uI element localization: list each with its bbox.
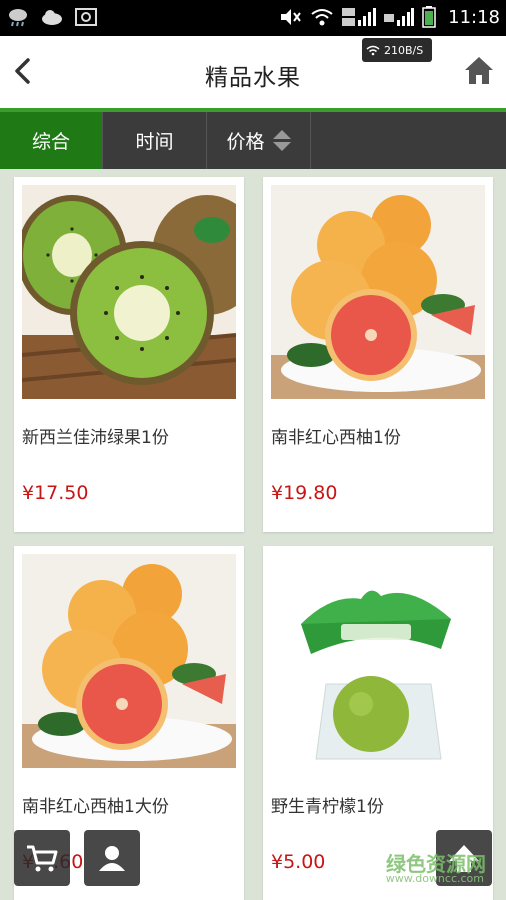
tab-price[interactable]: 价格 bbox=[207, 112, 311, 169]
tab-comprehensive[interactable]: 综合 bbox=[0, 112, 103, 169]
status-time: 11:18 bbox=[448, 6, 500, 28]
cart-icon bbox=[27, 845, 58, 872]
product-card[interactable]: 南非红心西柚1份 ¥19.80 bbox=[263, 177, 493, 532]
4g-signal-icon bbox=[342, 8, 377, 26]
wifi-icon bbox=[311, 9, 333, 26]
product-image-grapefruit bbox=[22, 554, 236, 768]
product-price: ¥5.00 bbox=[271, 851, 326, 873]
product-name: 野生青柠檬1份 bbox=[271, 797, 384, 817]
mute-icon bbox=[281, 9, 301, 25]
tab-time[interactable]: 时间 bbox=[103, 112, 207, 169]
sort-tabs: 综合 时间 价格 bbox=[0, 112, 506, 169]
user-button[interactable] bbox=[84, 830, 140, 886]
product-name: 新西兰佳沛绿果1份 bbox=[22, 428, 169, 448]
network-speed-badge: 210B/S bbox=[362, 38, 432, 62]
page-title: 精品水果 bbox=[205, 65, 301, 91]
screenshot-icon bbox=[75, 8, 97, 26]
sort-icon bbox=[272, 130, 291, 151]
user-icon bbox=[99, 846, 125, 871]
watermark-url: www.downcc.com bbox=[385, 872, 484, 885]
product-grid: 新西兰佳沛绿果1份 ¥17.50 南非红心西柚1份 ¥19.80 南非红心西柚1… bbox=[0, 169, 506, 900]
product-name: 南非红心西柚1份 bbox=[271, 428, 401, 448]
status-bar: 11:18 bbox=[0, 0, 506, 36]
cart-button[interactable] bbox=[14, 830, 70, 886]
product-image-grapefruit bbox=[271, 185, 485, 399]
wifi-small-icon bbox=[366, 45, 380, 56]
tab-label: 综合 bbox=[31, 131, 70, 153]
tab-label: 价格 bbox=[226, 131, 265, 153]
battery-icon bbox=[422, 6, 436, 28]
2g-signal-icon bbox=[384, 8, 415, 26]
product-image-kiwi bbox=[22, 185, 236, 399]
product-price: ¥17.50 bbox=[22, 482, 89, 504]
cloud-icon bbox=[42, 10, 62, 25]
home-button[interactable] bbox=[462, 54, 496, 88]
product-card[interactable]: 新西兰佳沛绿果1份 ¥17.50 bbox=[14, 177, 244, 532]
product-price: ¥19.80 bbox=[271, 482, 338, 504]
weather-icon bbox=[9, 9, 27, 27]
product-image-lime bbox=[271, 554, 485, 768]
app-header: 精品水果 210B/S bbox=[0, 36, 506, 106]
tab-label: 时间 bbox=[135, 131, 174, 153]
network-speed-text: 210B/S bbox=[384, 43, 424, 57]
product-name: 南非红心西柚1大份 bbox=[22, 797, 169, 817]
